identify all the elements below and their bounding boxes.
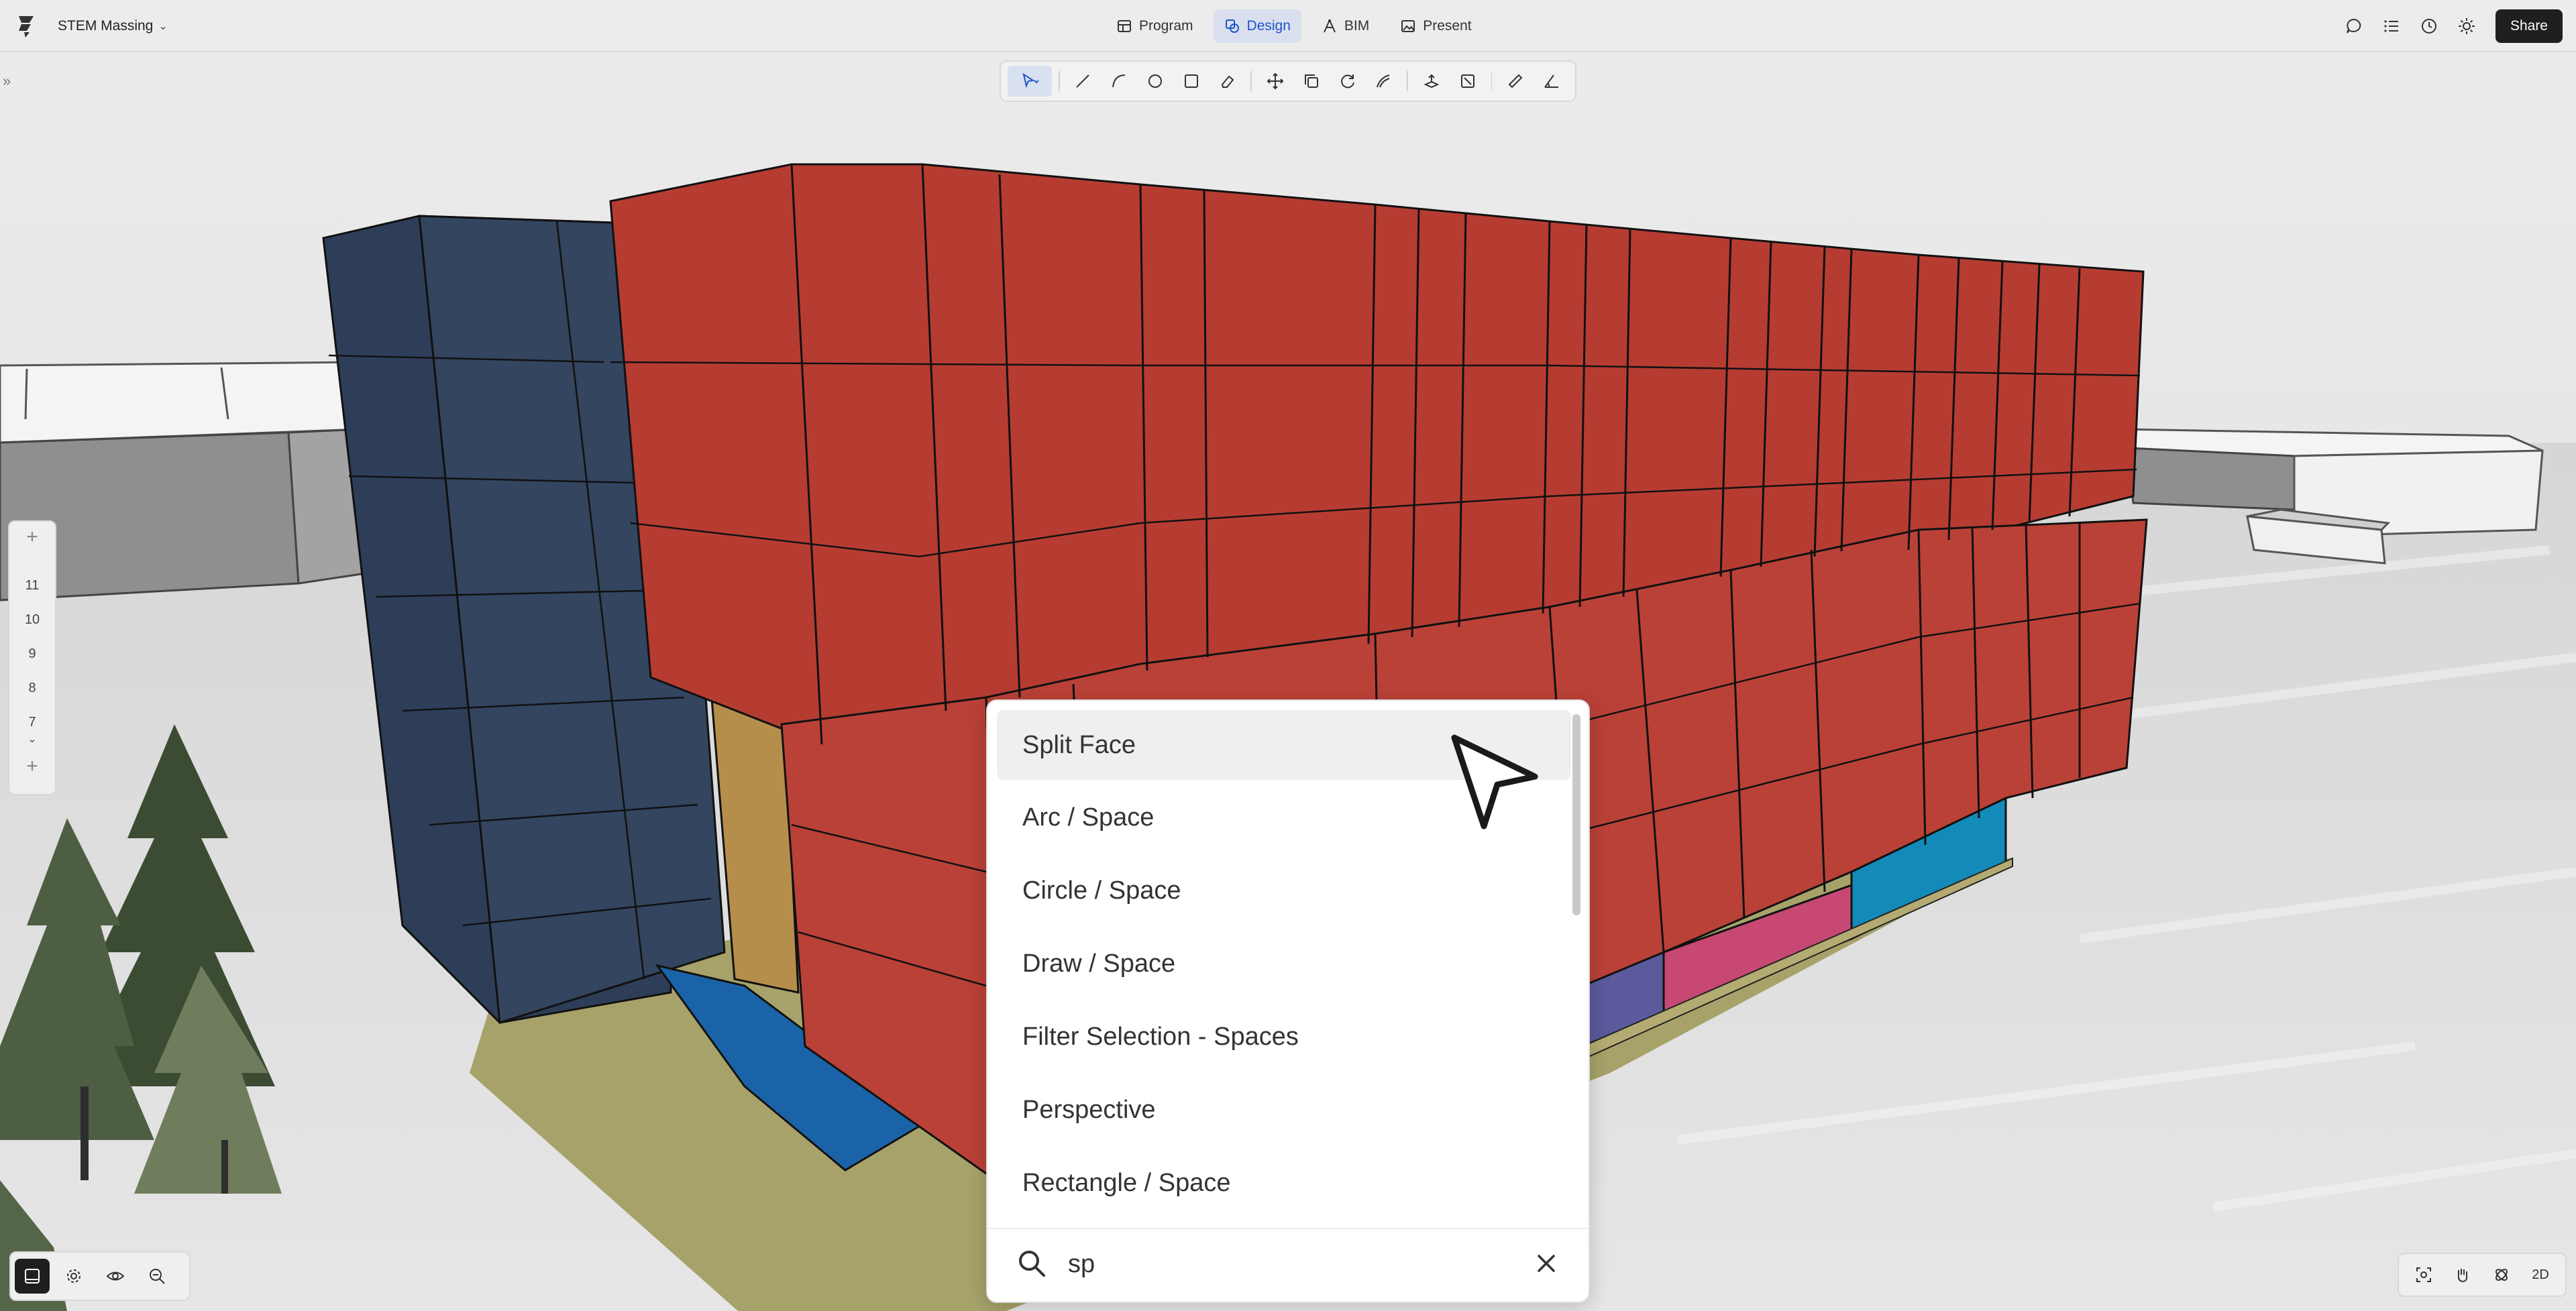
eye-icon <box>106 1271 125 1281</box>
view-controls: 2D <box>2398 1253 2567 1297</box>
mouse-cursor-icon <box>1451 734 1538 830</box>
settings-button[interactable] <box>56 1259 91 1294</box>
eraser-icon <box>1222 75 1234 88</box>
extrude-icon <box>1424 74 1440 89</box>
section-tool[interactable] <box>1451 66 1485 97</box>
tab-program[interactable]: Program <box>1106 9 1204 43</box>
offset-tool[interactable] <box>1366 66 1400 97</box>
extrude-tool[interactable] <box>1415 66 1448 97</box>
add-level-top-button[interactable]: + <box>9 526 55 549</box>
pointer-icon <box>1022 72 1039 89</box>
top-bar: STEM Massing ⌄ Program Design BIM Presen… <box>0 0 2576 52</box>
command-list-scrollbar[interactable] <box>1572 714 1580 915</box>
header-actions: Share <box>2345 9 2563 43</box>
copy-icon <box>1304 74 1318 88</box>
rotate-icon <box>1340 74 1354 89</box>
move-tool[interactable] <box>1258 66 1292 97</box>
copy-tool[interactable] <box>1295 66 1328 97</box>
project-name: STEM Massing <box>58 18 154 34</box>
level-panel: + 11 10 9 8 7 ⌄ + <box>8 520 56 795</box>
project-selector[interactable]: STEM Massing ⌄ <box>58 15 168 38</box>
fit-view-button[interactable] <box>2410 1261 2438 1289</box>
command-search-input[interactable] <box>1068 1244 1497 1284</box>
add-level-bottom-button[interactable]: + <box>9 755 55 778</box>
command-item[interactable]: Perspective <box>997 1075 1571 1145</box>
gear-icon <box>67 1269 80 1283</box>
table-icon <box>1118 20 1131 32</box>
line-icon <box>1076 74 1090 88</box>
app-logo-icon[interactable] <box>15 13 38 39</box>
tab-design[interactable]: Design <box>1213 9 1301 43</box>
chevron-down-icon[interactable]: ⌄ <box>9 732 55 746</box>
tab-present-label: Present <box>1423 18 1472 34</box>
level-item[interactable]: 9 <box>9 646 55 662</box>
drawing-toolbar <box>1000 60 1576 102</box>
compass-icon <box>1323 19 1336 33</box>
clear-search-icon[interactable] <box>1532 1249 1560 1277</box>
angle-tool[interactable] <box>1535 66 1568 97</box>
mode-tabs: Program Design BIM Present <box>1106 9 1483 43</box>
hand-icon <box>2457 1269 2468 1283</box>
protractor-icon <box>1544 74 1559 88</box>
rotate-tool[interactable] <box>1331 66 1364 97</box>
zoom-button[interactable] <box>140 1259 174 1294</box>
level-item[interactable]: 7 <box>9 715 55 730</box>
offset-icon <box>1377 74 1390 88</box>
command-item[interactable]: Circle / Space <box>997 856 1571 925</box>
expand-sidebar-icon[interactable]: » <box>3 72 11 90</box>
tab-bim[interactable]: BIM <box>1311 9 1380 43</box>
comments-icon[interactable] <box>2345 17 2363 35</box>
select-tool[interactable] <box>1008 66 1052 97</box>
visibility-button[interactable] <box>98 1259 133 1294</box>
view-2d-toggle[interactable]: 2D <box>2526 1261 2555 1289</box>
search-icon <box>1019 1251 1045 1277</box>
move-icon <box>1267 72 1284 90</box>
focus-icon <box>2416 1267 2431 1282</box>
panel-icon <box>25 1269 40 1284</box>
sun-icon[interactable] <box>2458 17 2475 35</box>
bottom-left-controls <box>9 1251 191 1301</box>
arc-tool[interactable] <box>1102 66 1136 97</box>
arc-icon <box>1112 74 1126 88</box>
tab-program-label: Program <box>1139 18 1193 34</box>
rectangle-tool[interactable] <box>1175 66 1208 97</box>
image-icon <box>1401 20 1415 32</box>
tab-present[interactable]: Present <box>1389 9 1482 43</box>
zoom-icon <box>150 1269 165 1284</box>
line-tool[interactable] <box>1067 66 1100 97</box>
history-icon[interactable] <box>2420 17 2438 35</box>
circle-icon <box>1148 74 1162 88</box>
eraser-tool[interactable] <box>1211 66 1244 97</box>
shapes-icon <box>1225 19 1239 33</box>
section-icon <box>1460 74 1474 88</box>
orbit-button[interactable] <box>2487 1261 2516 1289</box>
ruler-icon <box>1508 74 1523 89</box>
tab-bim-label: BIM <box>1344 18 1370 34</box>
tab-design-label: Design <box>1246 18 1291 34</box>
level-item[interactable]: 11 <box>9 578 55 593</box>
terminal-button[interactable] <box>15 1259 50 1294</box>
palette-divider <box>987 1228 1589 1229</box>
level-item[interactable]: 10 <box>9 612 55 628</box>
rectangle-icon <box>1184 74 1198 88</box>
measure-tool[interactable] <box>1499 66 1532 97</box>
chevron-down-icon: ⌄ <box>158 21 168 32</box>
command-item[interactable]: Rectangle / Space <box>997 1148 1571 1218</box>
level-item[interactable]: 8 <box>9 681 55 696</box>
command-item[interactable]: Draw / Space <box>997 929 1571 999</box>
command-item[interactable]: Filter Selection - Spaces <box>997 1002 1571 1072</box>
circle-tool[interactable] <box>1138 66 1172 97</box>
share-button[interactable]: Share <box>2495 9 2563 43</box>
list-icon[interactable] <box>2383 17 2400 35</box>
orbit-icon <box>2496 1269 2508 1281</box>
pan-button[interactable] <box>2449 1261 2477 1289</box>
